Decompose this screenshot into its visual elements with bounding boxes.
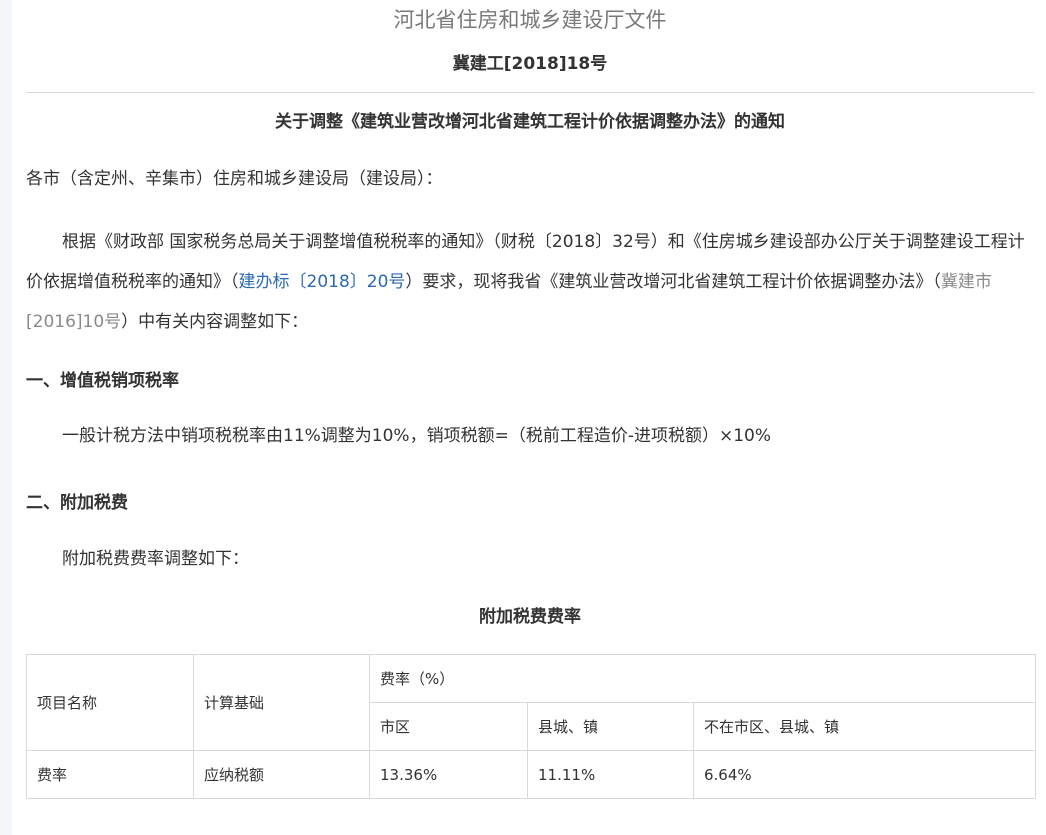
left-gutter xyxy=(0,0,12,835)
header-basis: 计算基础 xyxy=(193,654,370,751)
section-heading-vat: 一、增值税销项税率 xyxy=(26,371,179,391)
cell-other-rate: 6.64% xyxy=(692,750,1037,799)
notice-title: 关于调整《建筑业营改增河北省建筑工程计价依据调整办法》的通知 xyxy=(275,112,785,132)
document-number: 冀建工[2018]18号 xyxy=(452,54,608,74)
header-other: 不在市区、县城、镇 xyxy=(692,702,1037,751)
cell-county-rate: 11.11% xyxy=(527,750,694,799)
surcharge-rate-table: 项目名称 计算基础 费率（%） 市区 县城、镇 不在市区、县城、镇 费率 应纳税… xyxy=(26,654,1037,799)
reference-link-jianbanbiao[interactable]: 建办标〔2018〕20号 xyxy=(239,272,406,292)
header-city: 市区 xyxy=(369,702,528,751)
salutation: 各市（含定州、辛集市）住房和城乡建设局（建设局）： xyxy=(26,169,443,189)
body-text-2: ）要求，现将我省《建筑业营改增河北省建筑工程计价依据调整办法》（ xyxy=(405,272,941,292)
header-divider xyxy=(26,92,1034,93)
cell-item: 费率 xyxy=(26,750,194,799)
header-rate-group: 费率（%） xyxy=(368,654,1037,703)
section-heading-surcharge: 二、附加税费 xyxy=(26,493,128,513)
header-item-name: 项目名称 xyxy=(26,654,194,751)
cell-basis: 应纳税额 xyxy=(193,750,370,799)
section-text-surcharge: 附加税费费率调整如下： xyxy=(62,549,249,569)
issuer-heading: 河北省住房和城乡建设厅文件 xyxy=(393,8,667,32)
body-paragraph: 根据《财政部 国家税务总局关于调整增值税税率的通知》（财税〔2018〕32号）和… xyxy=(26,222,1034,342)
header-county: 县城、镇 xyxy=(527,702,694,751)
body-text-3: ）中有关内容调整如下： xyxy=(121,312,309,332)
table-row: 费率 应纳税额 13.36% 11.11% 6.64% xyxy=(26,750,1037,799)
cell-city-rate: 13.36% xyxy=(369,750,528,799)
section-text-vat: 一般计税方法中销项税税率由11%调整为10%，销项税额=（税前工程造价-进项税额… xyxy=(62,426,771,446)
table-caption: 附加税费费率 xyxy=(479,607,581,627)
